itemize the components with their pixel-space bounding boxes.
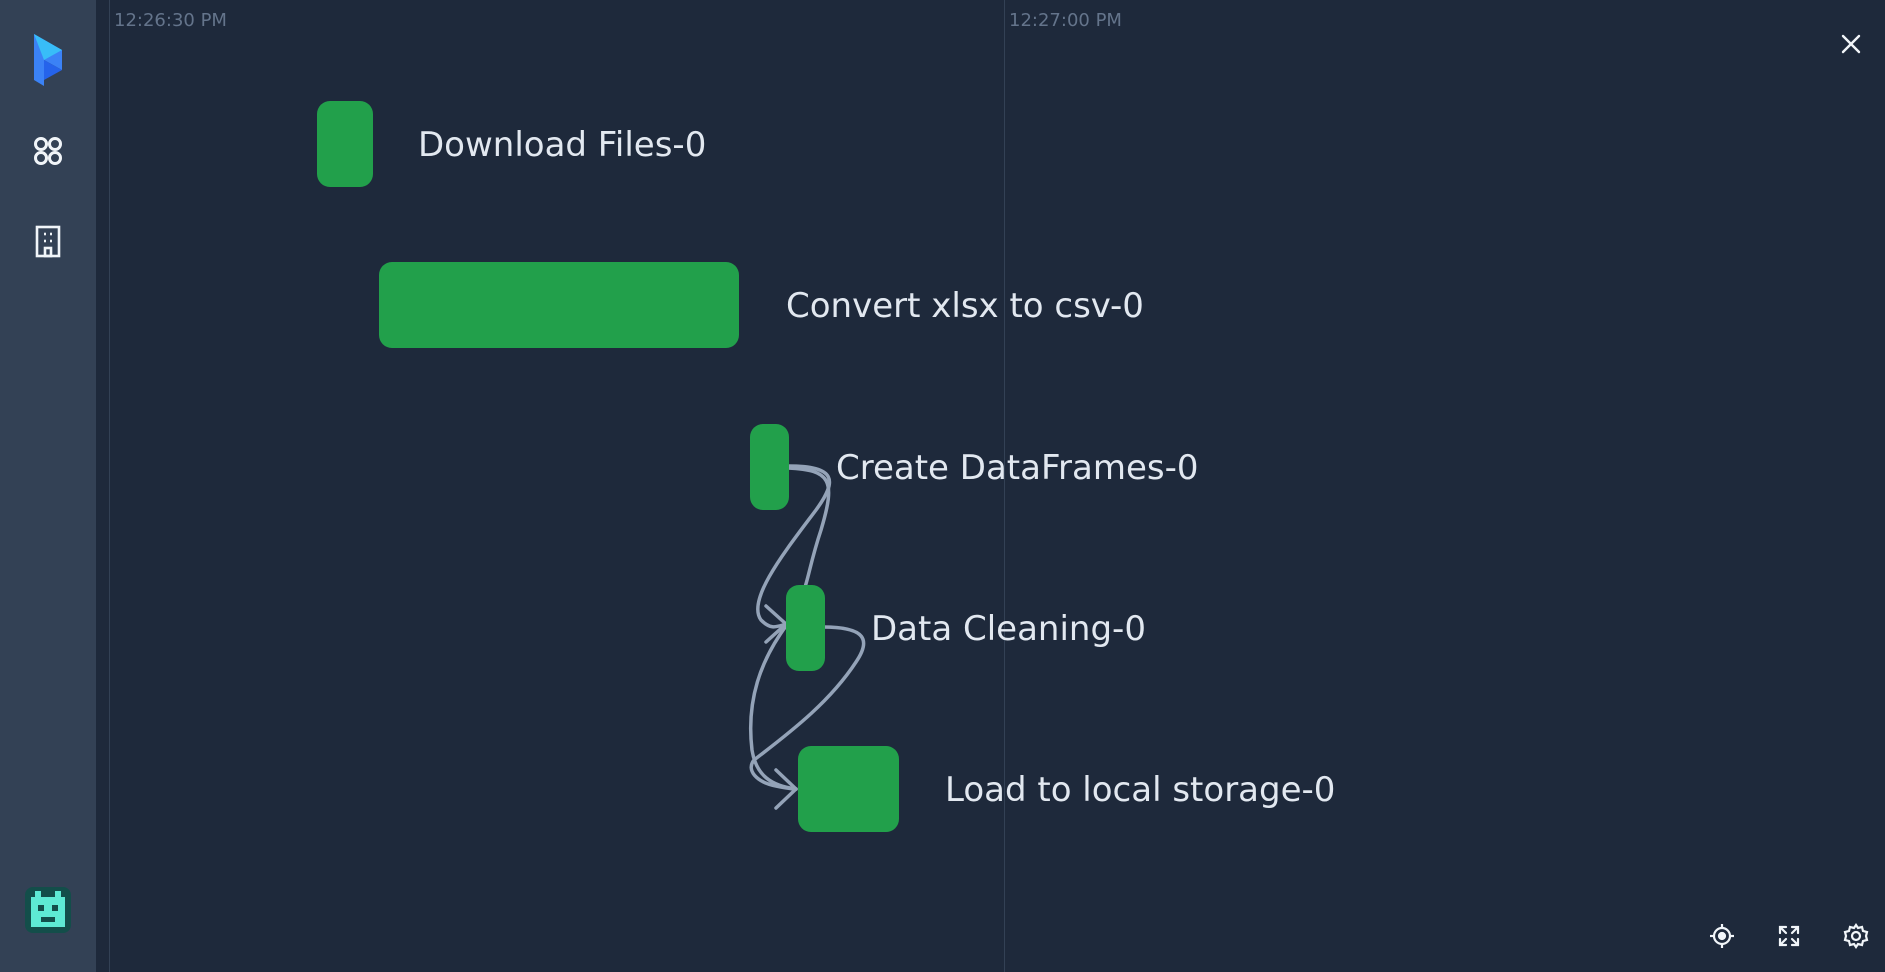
task-run-node-load-storage[interactable]	[798, 746, 899, 832]
task-run-label[interactable]: Create DataFrames-0	[836, 448, 1199, 488]
task-run-node-download-files[interactable]	[317, 101, 373, 187]
task-run-label[interactable]: Download Files-0	[418, 125, 706, 165]
close-icon[interactable]	[1831, 24, 1871, 64]
task-run-node-data-cleaning[interactable]	[786, 585, 825, 671]
task-run-label[interactable]: Data Cleaning-0	[871, 609, 1146, 649]
gear-icon[interactable]	[1836, 916, 1876, 956]
grid-icon[interactable]	[24, 127, 72, 175]
task-run-node-convert-xlsx[interactable]	[379, 262, 739, 348]
prefect-logo-icon[interactable]	[24, 34, 72, 86]
building-icon[interactable]	[24, 217, 72, 265]
target-icon[interactable]	[1702, 916, 1742, 956]
edge-create-to-cleaning-2	[786, 466, 831, 592]
task-run-label[interactable]: Convert xlsx to csv-0	[786, 286, 1144, 326]
pixel-avatar-icon[interactable]	[24, 886, 72, 934]
fullscreen-icon[interactable]	[1769, 916, 1809, 956]
task-run-node-create-dataframes[interactable]	[750, 424, 789, 510]
timeline-graph[interactable]: 12:26:30 PM 12:27:00 PM Download Files-0…	[96, 0, 1885, 972]
task-run-label[interactable]: Load to local storage-0	[945, 770, 1335, 810]
sidebar	[0, 0, 96, 972]
